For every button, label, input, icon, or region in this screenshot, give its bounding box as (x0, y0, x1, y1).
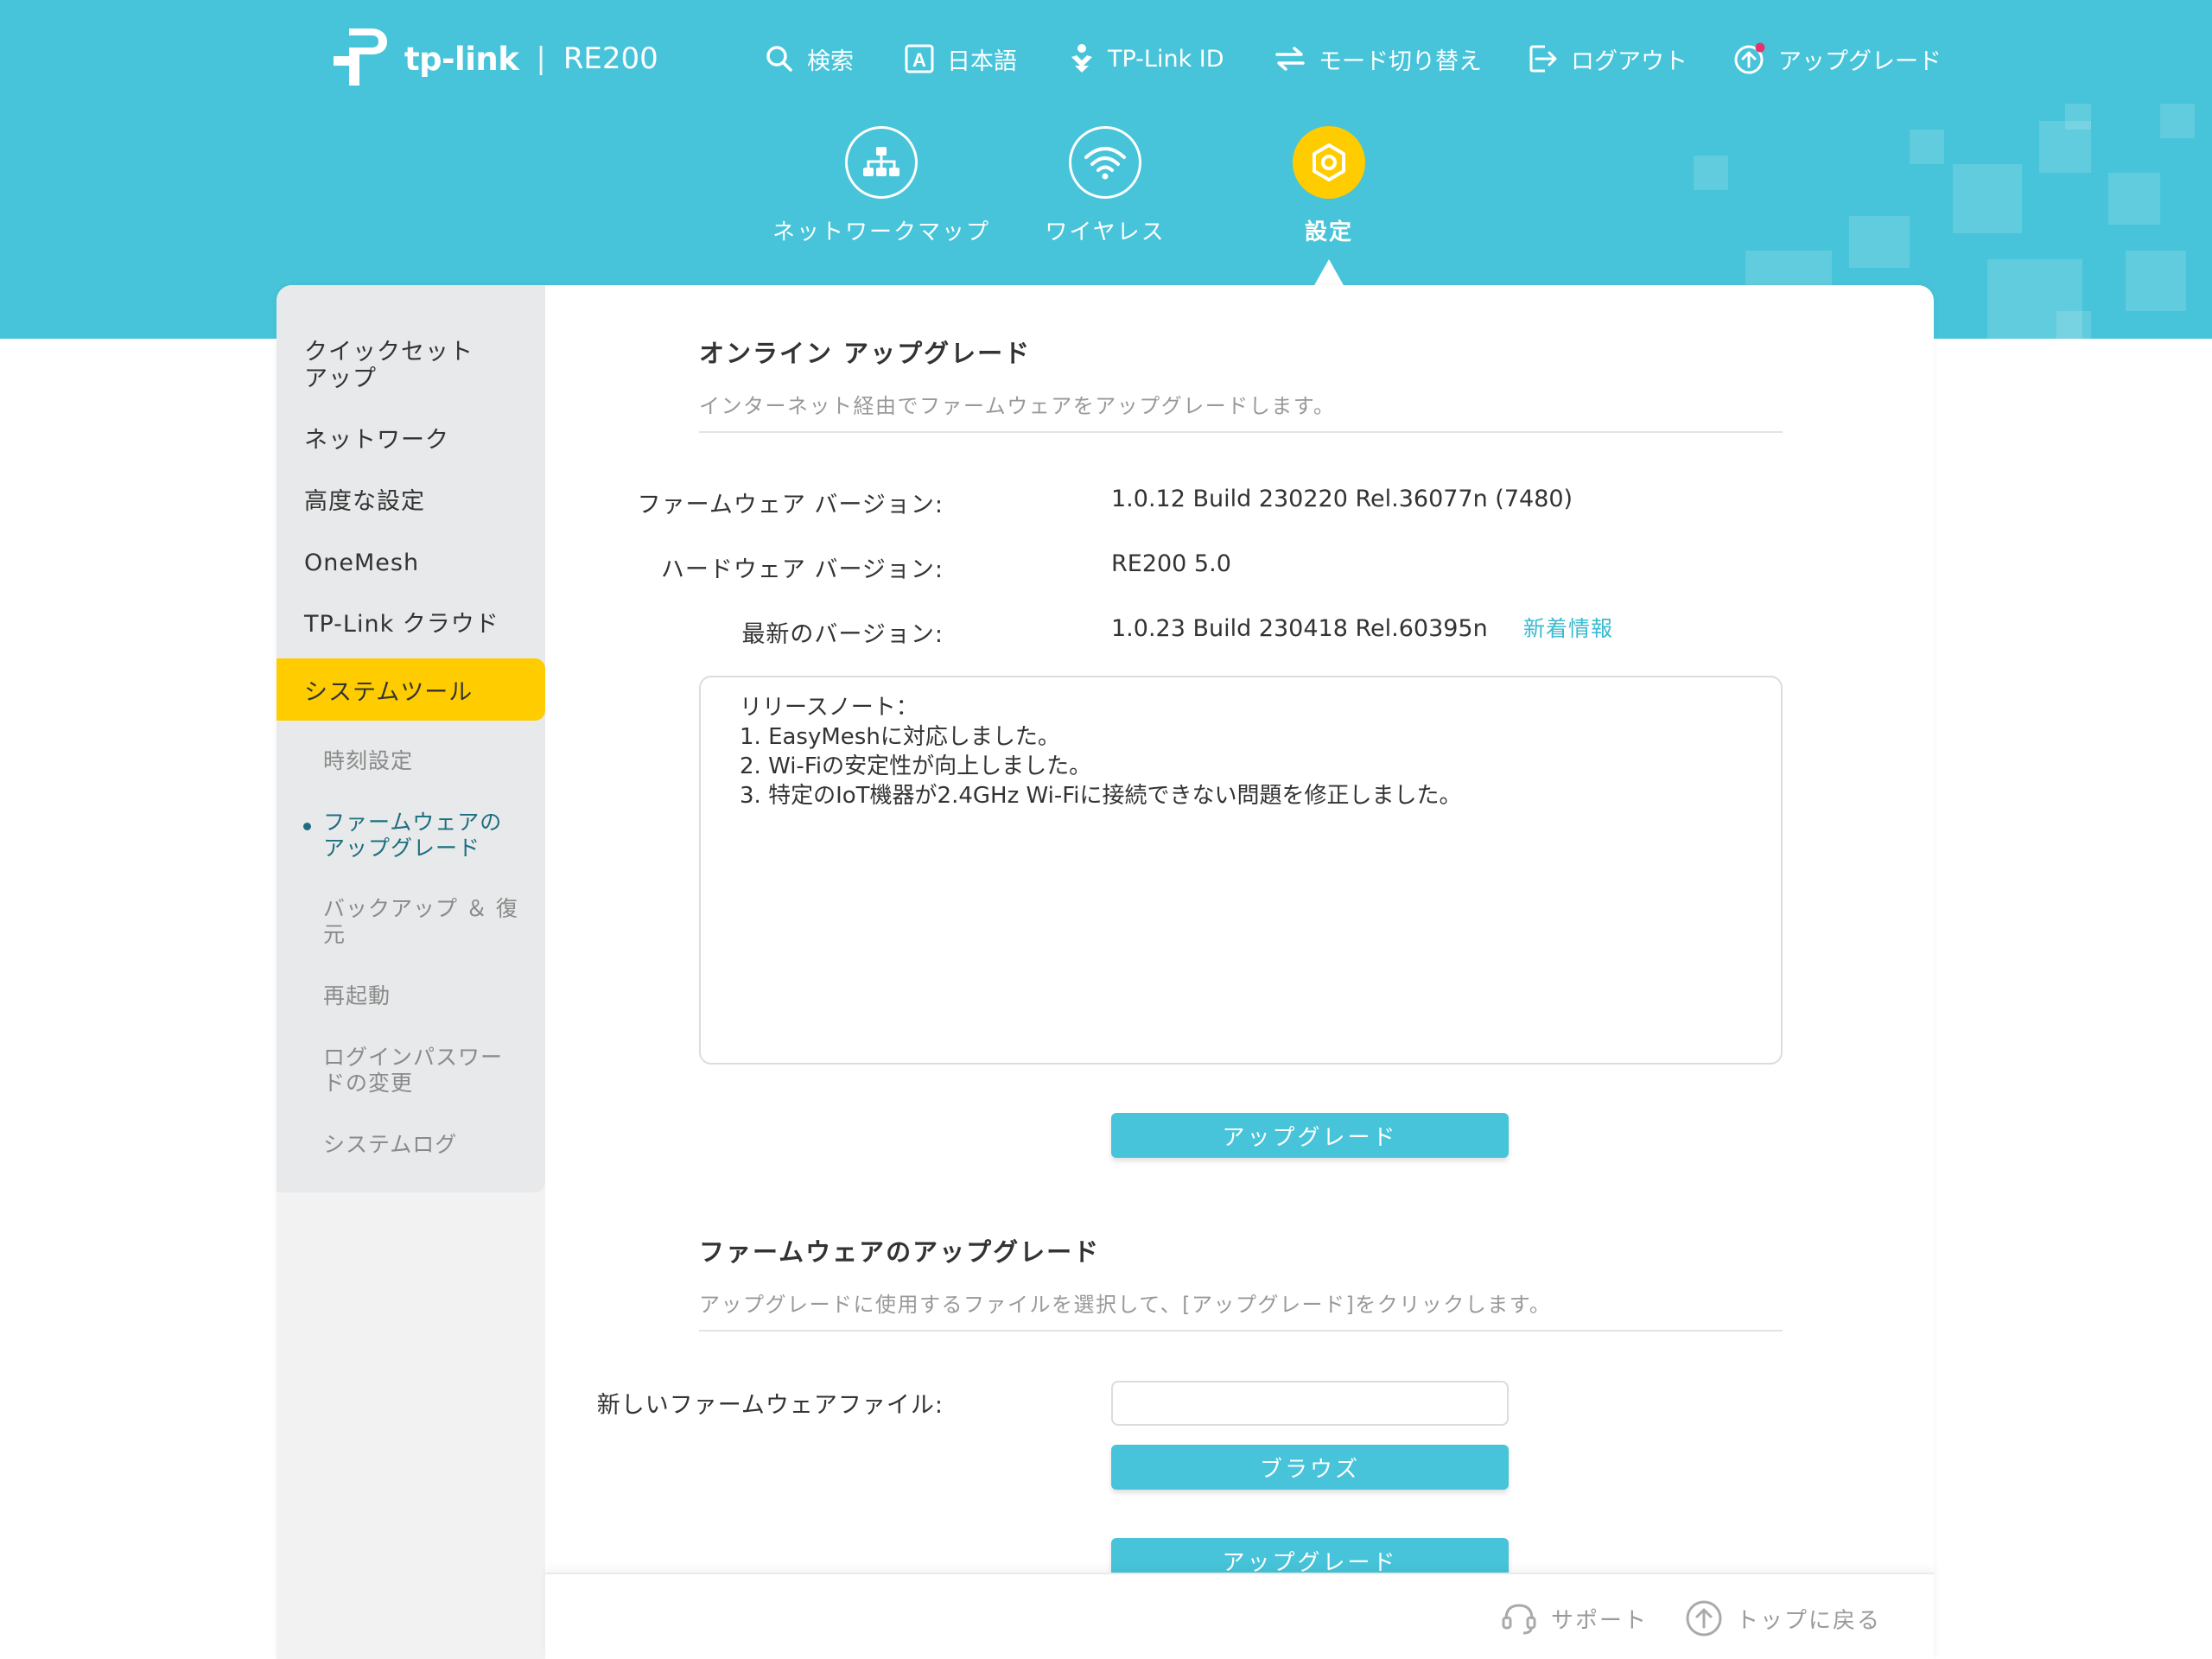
latest-version-label: 最新のバージョン: (741, 621, 944, 648)
logout-link[interactable]: ログアウト (1528, 38, 1688, 79)
logo-separator: | (536, 41, 546, 76)
tplink-logo: tp-link | RE200 (330, 24, 658, 93)
section-divider (699, 431, 1783, 433)
tplink-id-link[interactable]: TP-Link ID (1068, 38, 1224, 79)
sidebar-item-system-tools[interactable]: システムツール (276, 658, 545, 721)
tplink-logo-icon (330, 27, 397, 91)
search-link[interactable]: 検索 (764, 38, 854, 79)
sidebar-subitem-firmware-upgrade[interactable]: ファームウェアの アップグレード (323, 810, 531, 861)
gear-icon (1293, 126, 1365, 199)
tab-settings-label: 設定 (1304, 219, 1353, 245)
sidebar-item-quick-setup[interactable]: クイックセット アップ (304, 339, 529, 392)
browse-button[interactable]: ブラウズ (1111, 1445, 1509, 1490)
latest-version-value: 1.0.23 Build 230418 Rel.60395n (1111, 615, 1488, 642)
decorative-pixel (2126, 251, 2186, 311)
decorative-pixel (2160, 104, 2195, 138)
search-icon (766, 46, 792, 72)
sidebar-item-onemesh[interactable]: OneMesh (304, 550, 529, 576)
hardware-version-value: RE200 5.0 (1111, 550, 1231, 577)
sidebar: クイックセット アップ ネットワーク 高度な設定 OneMesh TP-Link… (276, 285, 545, 1659)
tab-wireless-label: ワイヤレス (1045, 219, 1166, 245)
firmware-upgrade-title: ファームウェアのアップグレード (699, 1237, 1101, 1267)
release-notes-box: リリースノート： 1. EasyMeshに対応しました。 2. Wi-Fiの安定… (699, 676, 1783, 1065)
current-item-bullet (303, 823, 311, 830)
logout-icon (1529, 45, 1557, 73)
language-selector[interactable]: A 日本語 (904, 38, 1017, 79)
brand-name: tp-link (404, 40, 519, 78)
language-label: 日本語 (947, 48, 1017, 75)
svg-text:A: A (912, 49, 926, 71)
tab-network-map[interactable]: ネットワークマップ (769, 126, 994, 246)
sidebar-subitem-backup-restore[interactable]: バックアップ ＆ 復 元 (323, 896, 531, 948)
decorative-pixel (1849, 216, 1910, 268)
decorative-pixel (2108, 173, 2160, 225)
tab-network-map-label: ネットワークマップ (772, 219, 990, 245)
online-upgrade-description: インターネット経由でファームウェアをアップグレードします。 (699, 394, 1336, 418)
sidebar-subitem-system-log[interactable]: システムログ (323, 1132, 531, 1158)
sidebar-item-network[interactable]: ネットワーク (304, 427, 529, 454)
upgrade-link[interactable]: アップグレード (1733, 38, 1942, 79)
search-label: 検索 (807, 48, 854, 75)
arrow-up-circle-icon (1686, 1600, 1722, 1637)
upgrade-label: アップグレード (1778, 48, 1942, 75)
firmware-file-field[interactable] (1111, 1381, 1509, 1426)
sidebar-subitem-time-settings[interactable]: 時刻設定 (323, 748, 531, 774)
content-card: クイックセット アップ ネットワーク 高度な設定 OneMesh TP-Link… (276, 285, 1934, 1659)
tab-settings[interactable]: 設定 (1217, 126, 1441, 246)
online-upgrade-title: オンライン アップグレード (699, 339, 1032, 368)
release-notes-heading: リリースノート： (740, 695, 918, 721)
mode-switch-link[interactable]: モード切り替え (1274, 38, 1482, 79)
online-upgrade-button[interactable]: アップグレード (1111, 1113, 1509, 1158)
sidebar-subitem-reboot[interactable]: 再起動 (323, 983, 531, 1009)
back-to-top-link[interactable]: トップに戻る (1684, 1599, 1881, 1638)
firmware-version-label: ファームウェア バージョン: (637, 492, 944, 518)
decorative-pixel (1953, 164, 2022, 233)
hardware-version-label: ハードウェア バージョン: (660, 556, 944, 583)
tplink-id-icon (1071, 44, 1092, 73)
logout-label: ログアウト (1571, 48, 1688, 75)
mode-switch-label: モード切り替え (1319, 48, 1482, 75)
main-content: オンライン アップグレード インターネット経由でファームウェアをアップグレードし… (545, 285, 1934, 1659)
support-link[interactable]: サポート (1499, 1599, 1648, 1638)
sidebar-item-advanced[interactable]: 高度な設定 (304, 488, 529, 515)
device-model: RE200 (563, 41, 658, 76)
network-map-icon (845, 126, 918, 199)
decorative-pixel (1694, 156, 1728, 190)
sidebar-subitem-change-password[interactable]: ログインパスワー ドの変更 (323, 1045, 531, 1096)
wifi-icon (1069, 126, 1141, 199)
footer-bar: サポート トップに戻る (545, 1573, 1934, 1659)
active-tab-pointer (1313, 259, 1344, 287)
whats-new-link[interactable]: 新着情報 (1523, 612, 1613, 643)
decorative-pixel (2056, 311, 2091, 339)
tplink-id-label: TP-Link ID (1108, 45, 1224, 73)
release-note-item: 1. EasyMeshに対応しました。 (740, 724, 1060, 750)
sidebar-item-tplink-cloud[interactable]: TP-Link クラウド (304, 611, 529, 638)
support-label: サポート (1551, 1607, 1649, 1634)
release-note-item: 2. Wi-Fiの安定性が向上しました。 (740, 753, 1092, 779)
firmware-file-label: 新しいファームウェアファイル: (596, 1392, 944, 1419)
upgrade-icon (1734, 42, 1765, 74)
headset-icon (1502, 1604, 1536, 1635)
firmware-upgrade-description: アップグレードに使用するファイルを選択して、[アップグレード]をクリックします。 (699, 1293, 1552, 1317)
firmware-version-value: 1.0.12 Build 230220 Rel.36077n (7480) (1111, 486, 1573, 512)
section-divider (699, 1330, 1783, 1332)
language-icon: A (905, 44, 934, 73)
back-to-top-label: トップに戻る (1736, 1607, 1882, 1634)
decorative-pixel (1910, 130, 1944, 164)
mode-switch-icon (1275, 47, 1305, 71)
decorative-pixel (2065, 104, 2091, 130)
tab-wireless[interactable]: ワイヤレス (993, 126, 1217, 246)
release-note-item: 3. 特定のIoT機器が2.4GHz Wi-Fiに接続できない問題を修正しました… (740, 783, 1462, 809)
